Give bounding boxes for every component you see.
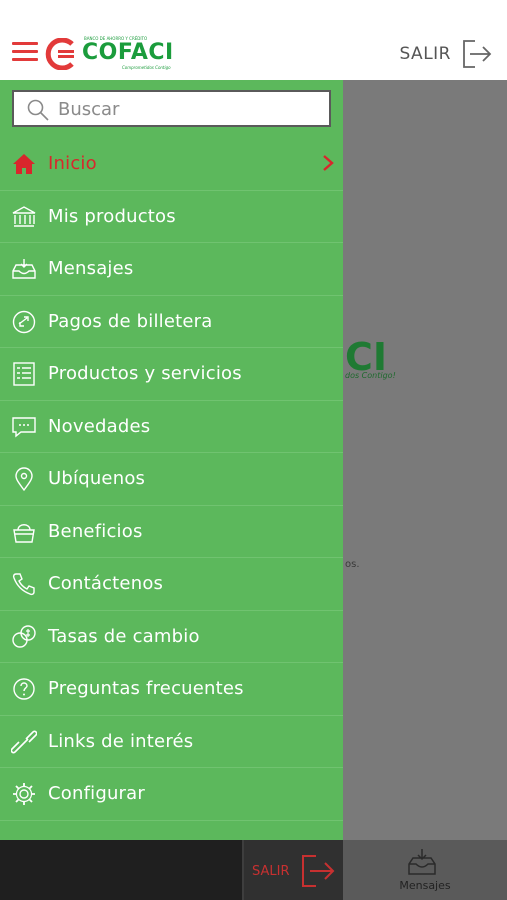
bottom-divider — [242, 840, 244, 900]
bottom-logout-button[interactable]: SALIR — [252, 854, 336, 888]
cofaci-logo-mark-icon — [45, 38, 74, 70]
home-icon — [13, 154, 35, 174]
menu-item-novedades[interactable]: Novedades — [0, 401, 343, 453]
currency-icon — [12, 624, 36, 648]
menu-item-label: Mensajes — [48, 258, 134, 280]
background-tagline: dos Contigo! — [345, 371, 396, 380]
gear-icon — [13, 783, 35, 805]
menu-item-beneficios[interactable]: Beneficios — [0, 506, 343, 558]
top-app-bar: BANCO DE AHORRO Y CRÉDITO COFACI Comprom… — [0, 0, 507, 80]
background-text: os. — [345, 559, 360, 570]
inbox-icon — [12, 259, 36, 279]
menu-item-label: Mis productos — [48, 205, 176, 227]
menu-item-links-interes[interactable]: Links de interés — [0, 716, 343, 768]
menu-item-inicio[interactable]: Inicio — [0, 138, 343, 191]
menu-hamburger-icon[interactable] — [12, 42, 38, 62]
bottom-tab-mensajes[interactable]: Mensajes — [343, 840, 507, 900]
menu-item-label: Ubíquenos — [48, 468, 146, 490]
navigation-drawer: Inicio Mis productos Mensajes Pagos de b… — [0, 80, 343, 840]
drawer-menu: Inicio Mis productos Mensajes Pagos de b… — [0, 138, 343, 821]
menu-item-mensajes[interactable]: Mensajes — [0, 243, 343, 296]
bottom-bar: SALIR Mensajes — [0, 840, 507, 900]
menu-item-contactenos[interactable]: Contáctenos — [0, 558, 343, 611]
menu-item-label: Tasas de cambio — [48, 625, 200, 647]
menu-item-label: Contáctenos — [48, 573, 164, 595]
menu-item-productos-servicios[interactable]: Productos y servicios — [0, 348, 343, 401]
phone-icon — [12, 573, 35, 596]
chat-icon — [12, 416, 36, 437]
link-icon — [11, 730, 37, 753]
logout-icon — [463, 40, 492, 68]
basket-icon — [13, 523, 35, 543]
inbox-icon — [408, 849, 436, 875]
location-pin-icon — [15, 467, 33, 491]
search-icon — [27, 99, 49, 121]
bottom-logout-label: SALIR — [252, 863, 290, 879]
brand-name: COFACI — [82, 40, 174, 65]
cofaci-logo: BANCO DE AHORRO Y CRÉDITO COFACI Comprom… — [44, 36, 178, 72]
menu-item-label: Novedades — [48, 415, 151, 437]
transfer-icon — [12, 310, 36, 333]
bottom-bar-drawer-section — [0, 840, 242, 900]
menu-item-ubiquenos[interactable]: Ubíquenos — [0, 453, 343, 506]
brand-tagline: Comprometidos Contigo — [122, 65, 171, 70]
menu-item-mis-productos[interactable]: Mis productos — [0, 191, 343, 243]
logout-label: SALIR — [399, 44, 451, 64]
bank-icon — [12, 205, 36, 227]
search-input[interactable] — [58, 96, 318, 122]
menu-item-label: Inicio — [48, 153, 97, 175]
menu-item-tasas-cambio[interactable]: Tasas de cambio — [0, 611, 343, 663]
search-box[interactable] — [12, 90, 331, 127]
logout-button[interactable]: SALIR — [399, 38, 493, 70]
menu-item-label: Pagos de billetera — [48, 310, 213, 332]
menu-item-pagos-billetera[interactable]: Pagos de billetera — [0, 296, 343, 348]
list-icon — [13, 362, 35, 386]
menu-item-label: Links de interés — [48, 730, 194, 752]
menu-item-label: Configurar — [48, 783, 145, 805]
bottom-tab-label: Mensajes — [399, 879, 451, 892]
logout-icon — [301, 855, 334, 887]
menu-item-label: Beneficios — [48, 520, 143, 542]
menu-item-label: Productos y servicios — [48, 363, 242, 385]
menu-item-configurar[interactable]: Configurar — [0, 768, 343, 821]
question-icon — [13, 678, 35, 700]
menu-item-label: Preguntas frecuentes — [48, 678, 244, 700]
chevron-right-icon — [323, 155, 334, 171]
menu-item-preguntas-frecuentes[interactable]: Preguntas frecuentes — [0, 663, 343, 716]
